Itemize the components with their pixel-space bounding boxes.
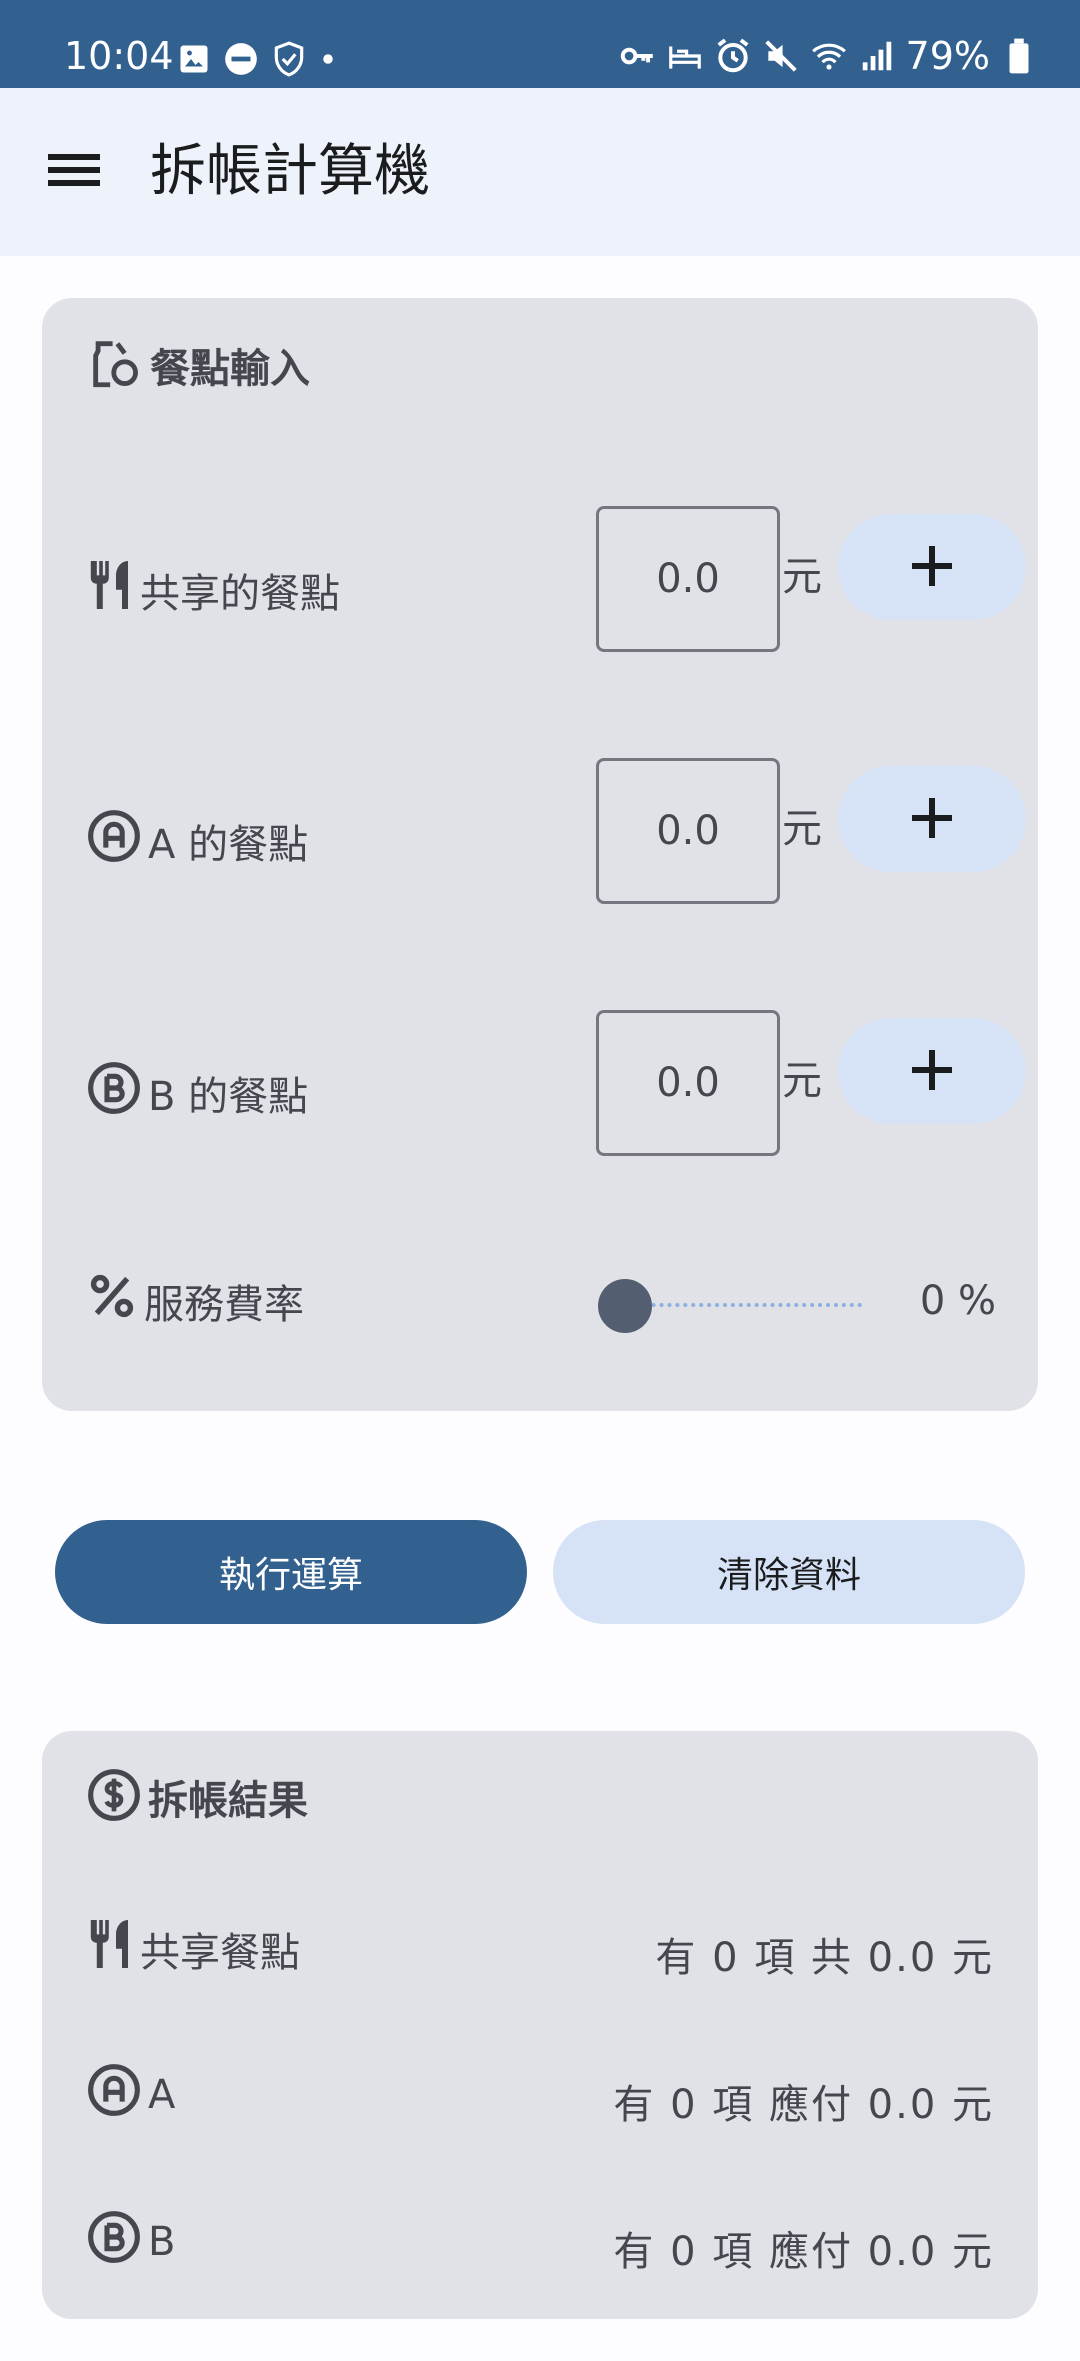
food-bank-icon (86, 334, 144, 396)
meal-input-header: 餐點輸入 (86, 334, 310, 396)
status-bar: 10:04 79% (0, 0, 1080, 88)
a-meal-label: A 的餐點 (148, 822, 309, 868)
meal-input-card: 餐點輸入 共享的餐點 元 A 的餐點 元 (42, 298, 1038, 1411)
result-b-value: 有 0 項 應付 0.0 元 (613, 2229, 994, 2275)
result-a-label: A (148, 2072, 176, 2118)
result-row-a: A 有 0 項 應付 0.0 元 (86, 2062, 994, 2132)
result-shared-label: 共享餐點 (140, 1930, 300, 1976)
b-meal-label: B 的餐點 (148, 1074, 309, 1120)
mute-icon (762, 37, 800, 75)
service-rate-label-group: 服務費率 (86, 1270, 304, 1332)
result-row-shared: 共享餐點 有 0 項 共 0.0 元 (86, 1915, 994, 1985)
add-b-meal-button[interactable] (838, 1018, 1026, 1124)
shared-meal-unit: 元 (782, 554, 822, 600)
meal-input-title: 餐點輸入 (150, 346, 310, 392)
b-meal-amount-input[interactable] (596, 1010, 780, 1156)
circled-a-icon (86, 2062, 142, 2128)
vpn-key-icon (618, 37, 656, 75)
add-a-meal-button[interactable] (838, 766, 1026, 872)
page-title: 拆帳計算機 (150, 139, 430, 204)
alarm-icon (714, 37, 752, 75)
a-meal-amount-input[interactable] (596, 758, 780, 904)
add-shared-meal-button[interactable] (838, 514, 1026, 620)
shield-icon (270, 40, 308, 82)
plus-icon (910, 544, 954, 591)
a-meal-label-group: A 的餐點 (86, 808, 308, 874)
shared-meal-row: 共享的餐點 元 (86, 506, 1038, 656)
a-meal-row: A 的餐點 元 (86, 758, 1038, 908)
result-row-b: B 有 0 項 應付 0.0 元 (86, 2209, 994, 2279)
result-a-value: 有 0 項 應付 0.0 元 (613, 2082, 994, 2128)
plus-icon (910, 796, 954, 843)
b-meal-label-group: B 的餐點 (86, 1060, 308, 1126)
shared-meal-label: 共享的餐點 (140, 571, 340, 617)
circled-b-icon (86, 2209, 142, 2275)
result-b-label: B (148, 2219, 176, 2265)
menu-icon (48, 150, 100, 194)
dollar-circle-icon (86, 1767, 142, 1827)
wifi-icon (810, 37, 848, 75)
menu-button[interactable] (36, 134, 112, 210)
shared-meal-label-group: 共享的餐點 (86, 556, 340, 624)
b-meal-unit: 元 (782, 1058, 822, 1104)
image-icon (176, 41, 212, 81)
shared-meal-amount-input[interactable] (596, 506, 780, 652)
battery-percent: 79% (905, 34, 990, 78)
result-shared-value: 有 0 項 共 0.0 元 (655, 1935, 994, 1981)
do-not-disturb-icon (222, 40, 260, 82)
battery-icon (1000, 37, 1038, 75)
app-bar: 拆帳計算機 (0, 88, 1080, 256)
signal-icon (858, 37, 896, 75)
restaurant-icon (86, 556, 134, 624)
status-time: 10:04 (64, 34, 174, 78)
result-shared-label-group: 共享餐點 (86, 1915, 300, 1983)
restaurant-icon (86, 1915, 134, 1983)
result-a-label-group: A (86, 2062, 175, 2128)
circled-b-icon (86, 1060, 142, 1126)
result-title: 拆帳結果 (148, 1778, 308, 1824)
plus-icon (910, 1048, 954, 1095)
bed-icon (666, 37, 704, 75)
result-header: 拆帳結果 (86, 1767, 308, 1827)
status-right-icons: 79% (618, 34, 1038, 78)
result-card: 拆帳結果 共享餐點 有 0 項 共 0.0 元 A 有 0 項 應付 0.0 元… (42, 1731, 1038, 2319)
dot-icon (318, 40, 338, 82)
service-rate-value: 0 % (919, 1278, 996, 1324)
b-meal-row: B 的餐點 元 (86, 1010, 1038, 1160)
clear-button[interactable]: 清除資料 (553, 1520, 1025, 1624)
service-rate-label: 服務費率 (144, 1282, 304, 1328)
calculate-button[interactable]: 執行運算 (55, 1520, 527, 1624)
service-rate-slider-thumb[interactable] (598, 1279, 652, 1333)
circled-a-icon (86, 808, 142, 874)
status-left-icons (176, 40, 338, 82)
a-meal-unit: 元 (782, 806, 822, 852)
result-b-label-group: B (86, 2209, 175, 2275)
percent-icon (86, 1270, 138, 1332)
